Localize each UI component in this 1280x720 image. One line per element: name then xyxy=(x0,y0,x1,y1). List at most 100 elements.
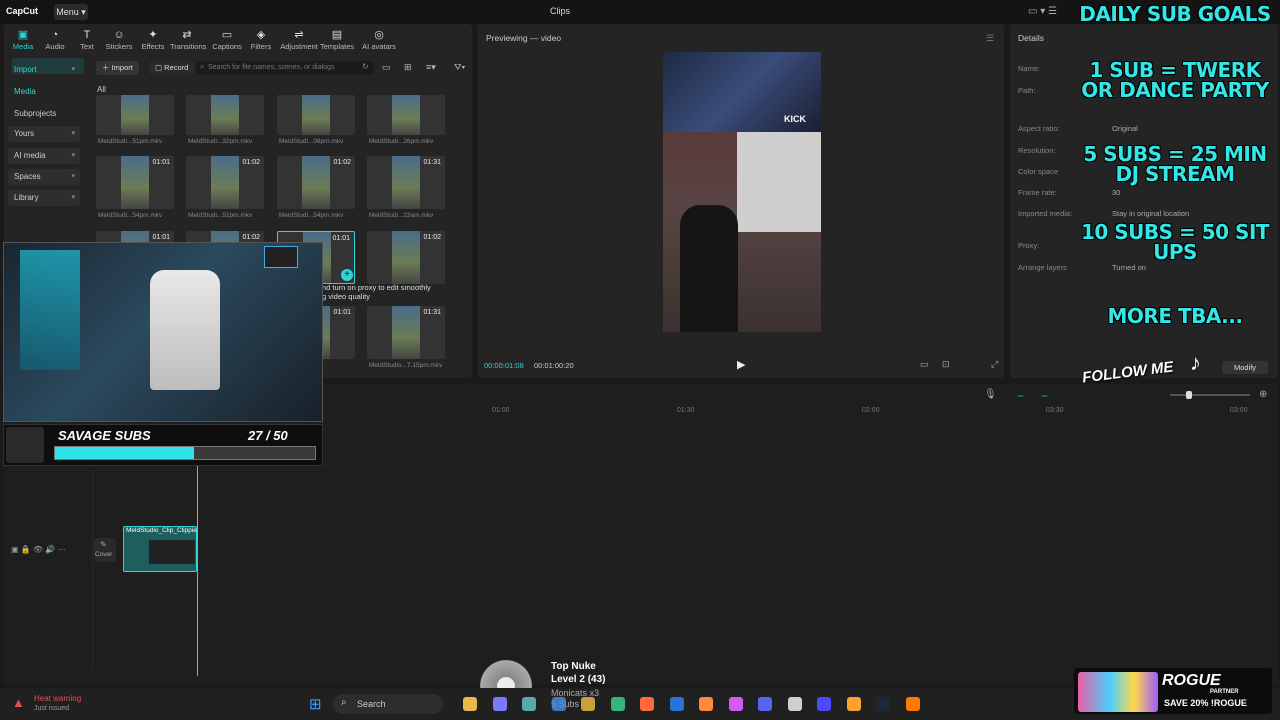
playhead[interactable] xyxy=(197,466,198,676)
media-thumbnail[interactable]: 01:02 xyxy=(277,156,355,209)
app-icon[interactable] xyxy=(640,697,654,711)
chrome-icon[interactable] xyxy=(610,697,625,711)
grid-view-icon[interactable]: ⊞ xyxy=(404,62,412,73)
ruler-tick-label: 01:00 xyxy=(492,407,510,414)
browser-icon[interactable] xyxy=(551,697,566,711)
file-explorer-icon[interactable] xyxy=(463,697,477,711)
discord-icon[interactable] xyxy=(758,697,772,711)
clip-name: MeldStudi...08pm.mkv xyxy=(279,138,344,145)
tool-templates[interactable]: ▤ Templates xyxy=(320,28,354,51)
preview-menu-icon[interactable]: ☰ xyxy=(986,33,994,44)
app-icon[interactable] xyxy=(492,697,507,711)
media-thumbnail[interactable]: 01:31 xyxy=(367,306,445,359)
fullscreen-icon[interactable]: ⤢ xyxy=(991,359,998,370)
ruler-tick-label: 01:30 xyxy=(677,407,695,414)
folder-icon[interactable]: ▭ xyxy=(382,62,391,73)
media-thumbnail[interactable]: 01:02 xyxy=(367,231,445,284)
media-thumbnail[interactable] xyxy=(186,95,264,135)
menu-button[interactable]: Menu ▾ xyxy=(54,4,88,20)
folder-icon[interactable] xyxy=(581,697,595,711)
sidebar-item-library[interactable]: Library ▾ xyxy=(8,190,80,206)
app-icon[interactable] xyxy=(669,697,684,711)
nuke-title: Top Nuke xyxy=(551,661,596,672)
zoom-in-icon[interactable]: ⊕ xyxy=(1259,389,1267,400)
window-title: Clips xyxy=(549,6,570,16)
media-thumbnail[interactable]: 01:31 xyxy=(367,156,445,209)
windows-start-icon[interactable]: ⊞ xyxy=(309,695,322,713)
media-thumbnail[interactable] xyxy=(96,95,174,135)
detail-label: Proxy: xyxy=(1018,241,1040,250)
transitions-icon: ⇄ xyxy=(182,29,192,41)
tool-captions[interactable]: ▭ Captions xyxy=(210,28,244,51)
clip-duration: 01:02 xyxy=(333,159,351,166)
link-icon[interactable]: ⇔ xyxy=(1016,390,1025,400)
track-controls-icon[interactable]: ▣ 🔒 👁 🔊 ⋯ xyxy=(11,545,66,554)
sidebar-item-yours[interactable]: Yours ▾ xyxy=(8,126,80,142)
tool-transitions[interactable]: ⇄ Transitions xyxy=(170,28,206,51)
sidebar-item-label: Spaces xyxy=(14,172,41,181)
tool-effects[interactable]: ✦ Effects xyxy=(136,28,170,51)
window-controls-icon[interactable]: ▭ ▾ ☰ xyxy=(1028,6,1057,17)
filter-all-label[interactable]: All xyxy=(97,85,106,94)
app-logo: CapCut xyxy=(6,6,38,16)
timecode-total: 00:01:00:20 xyxy=(534,361,574,370)
tool-label: Captions xyxy=(212,42,242,51)
ruler-tick-label: 03:30 xyxy=(1046,407,1064,414)
add-to-timeline-icon[interactable]: + xyxy=(341,269,353,281)
app-icon[interactable] xyxy=(522,697,536,711)
refresh-icon[interactable]: ↻ xyxy=(362,62,369,71)
clip-duration: 01:02 xyxy=(242,159,260,166)
search-input[interactable]: Search for file names, scenes, or dialog… xyxy=(196,61,374,75)
maps-icon[interactable] xyxy=(728,697,743,711)
thumbnail-image xyxy=(211,95,239,135)
zoom-fit-icon[interactable]: ⊡ xyxy=(942,359,950,370)
goal-3: 10 SUBS = 50 SIT UPS xyxy=(1080,220,1270,264)
sidebar-item-label: Media xyxy=(14,87,36,96)
app-icon[interactable] xyxy=(846,697,861,711)
capcut-icon[interactable] xyxy=(787,697,802,711)
sidebar-item-spaces[interactable]: Spaces ▾ xyxy=(8,169,80,185)
tool-media[interactable]: ▣ Media xyxy=(6,28,40,51)
tool-stickers[interactable]: ☺ Stickers xyxy=(102,28,136,51)
media-thumbnail[interactable]: 01:02 xyxy=(186,156,264,209)
steam-icon[interactable] xyxy=(876,697,890,711)
preview-person xyxy=(680,205,738,332)
taskbar-search[interactable]: Search xyxy=(333,694,443,714)
ratio-icon[interactable]: ▭ xyxy=(920,359,929,370)
tool-label: Filters xyxy=(250,42,272,51)
filter-icon[interactable]: ⛛▾ xyxy=(454,62,465,73)
tool-text[interactable]: T Text xyxy=(70,28,104,51)
clip-name: MeldStudi...26pm.mkv xyxy=(369,138,434,145)
sidebar-item-subprojects[interactable]: Subprojects xyxy=(8,106,80,122)
media-thumbnail[interactable] xyxy=(277,95,355,135)
media-thumbnail[interactable]: 01:01 xyxy=(96,156,174,209)
sidebar-item-label: Import xyxy=(14,65,37,74)
record-button[interactable]: ▢ Record xyxy=(149,61,195,75)
detail-label: Resolution: xyxy=(1018,146,1056,155)
detail-label: Aspect ratio: xyxy=(1018,124,1060,133)
zoom-slider-handle[interactable] xyxy=(1186,391,1192,399)
tool-filters[interactable]: ◈ Filters xyxy=(244,28,278,51)
detail-label: Frame rate: xyxy=(1018,188,1057,197)
media-thumbnail[interactable] xyxy=(367,95,445,135)
sidebar-item-media[interactable]: Media xyxy=(8,84,80,100)
detail-label: Color space xyxy=(1018,167,1059,176)
import-button[interactable]: ＋ Import xyxy=(96,61,139,75)
modify-button[interactable]: Modify xyxy=(1222,361,1268,374)
microphone-icon[interactable]: 🎙 xyxy=(984,389,997,400)
tool-audio[interactable]: ◔ Audio xyxy=(38,28,72,51)
snap-icon[interactable]: ⇔ xyxy=(1040,390,1049,400)
tool-ai-avatars[interactable]: ◎ AI avatars xyxy=(358,28,400,51)
zoom-slider[interactable] xyxy=(1170,394,1250,396)
sidebar-item-import[interactable]: Import ▾ xyxy=(8,62,80,78)
sidebar-item-ai-media[interactable]: AI media ▾ xyxy=(8,148,80,164)
soundcloud-icon[interactable] xyxy=(699,697,713,711)
app-icon[interactable] xyxy=(817,697,831,711)
clip-duration: 01:31 xyxy=(423,309,441,316)
tool-adjustment[interactable]: ⇌ Adjustment xyxy=(278,28,320,51)
heat-warning-title[interactable]: Heat warning xyxy=(34,694,81,703)
nuke-level: Level 2 (43) xyxy=(551,674,606,685)
app-icon[interactable] xyxy=(905,697,920,711)
play-icon[interactable]: ▶ xyxy=(737,358,745,371)
sort-icon[interactable]: ≡▾ xyxy=(426,62,436,73)
